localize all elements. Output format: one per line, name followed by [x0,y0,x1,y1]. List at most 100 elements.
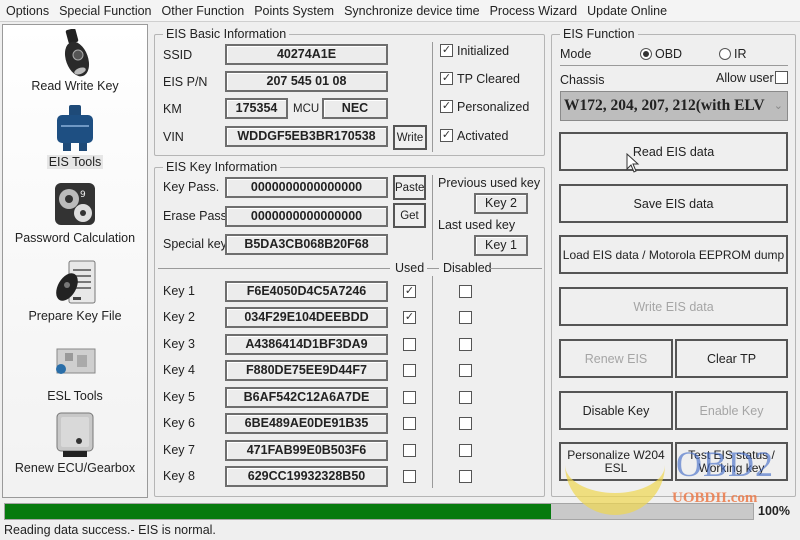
key-used-checkbox[interactable]: ✓ [403,311,416,324]
sidebar-item-esl-tools[interactable]: ESL Tools [3,339,147,403]
sidebar-item-label: EIS Tools [46,155,104,169]
key-label: Key 6 [163,416,195,430]
menu-points-system[interactable]: Points System [249,0,339,22]
progress-percent: 100% [758,504,790,518]
mouse-cursor-icon [626,153,640,173]
write-vin-button[interactable]: Write [393,125,427,150]
km-label: KM [163,102,182,116]
ecu-icon [53,411,97,459]
used-header: Used [395,261,425,275]
key-disabled-checkbox[interactable] [459,311,472,324]
divider [432,175,433,260]
tp-cleared-checkbox[interactable]: ✓ [440,72,453,85]
check-icon: ✓ [441,44,452,56]
sidebar-item-prepare-key-file[interactable]: Prepare Key File [3,259,147,323]
save-eis-data-button[interactable]: Save EIS data [559,184,788,223]
menu-synchronize-time[interactable]: Synchronize device time [339,0,484,22]
key-value-field[interactable]: F6E4050D4C5A7246 [225,281,388,302]
check-icon: ✓ [441,129,452,141]
key-used-checkbox[interactable] [403,364,416,377]
key-used-checkbox[interactable]: ✓ [403,285,416,298]
menu-process-wizard[interactable]: Process Wizard [485,0,583,22]
key-value-field[interactable]: A4386414D1BF3DA9 [225,334,388,355]
key-value-field[interactable]: 6BE489AE0DE91B35 [225,413,388,434]
divider [432,276,433,488]
key-pass-field[interactable]: 0000000000000000 [225,177,388,198]
disable-key-button[interactable]: Disable Key [559,391,673,430]
mode-obd-radio[interactable] [640,48,652,60]
personalized-checkbox[interactable]: ✓ [440,100,453,113]
key-value-field[interactable]: B6AF542C12A6A7DE [225,387,388,408]
allow-user-checkbox[interactable] [775,71,788,84]
mode-label: Mode [560,47,592,61]
key-disabled-checkbox[interactable] [459,444,472,457]
sidebar-item-label: ESL Tools [47,389,103,403]
key-label: Key 5 [163,390,195,404]
menu-update-online[interactable]: Update Online [582,0,672,22]
personalize-w204-esl-button[interactable]: Personalize W204 ESL [559,442,673,481]
chevron-down-icon: ⌄ [771,92,783,120]
divider [490,268,542,269]
key-value-field[interactable]: F880DE75EE9D44F7 [225,360,388,381]
load-eis-data-button[interactable]: Load EIS data / Motorola EEPROM dump [559,235,788,274]
eis-pn-field[interactable]: 207 545 01 08 [225,71,388,92]
ssid-field[interactable]: 40274A1E [225,44,388,65]
divider [560,65,788,66]
initialized-checkbox[interactable]: ✓ [440,44,453,57]
key-disabled-checkbox[interactable] [459,391,472,404]
key-used-checkbox[interactable] [403,338,416,351]
write-eis-data-button[interactable]: Write EIS data [559,287,788,326]
status-text: Reading data success.- EIS is normal. [4,523,216,537]
personalized-label: Personalized [457,100,530,114]
menu-bar: Options Special Function Other Function … [0,0,800,22]
key-value-field[interactable]: 629CC19932328B50 [225,466,388,487]
special-key-field[interactable]: B5DA3CB068B20F68 [225,234,388,255]
vin-label: VIN [163,130,184,144]
divider [432,42,433,152]
sidebar-item-password-calculation[interactable]: 9 Password Calculation [3,181,147,245]
mode-ir-radio[interactable] [719,48,731,60]
test-eis-status-button[interactable]: Test EIS status / Working key [675,442,788,481]
eis-pn-label: EIS P/N [163,75,208,89]
key-disabled-checkbox[interactable] [459,364,472,377]
chassis-select[interactable]: W172, 204, 207, 212(with ELV ⌄ [560,91,788,121]
sidebar-item-renew-ecu[interactable]: Renew ECU/Gearbox [3,411,147,475]
key-disabled-checkbox[interactable] [459,417,472,430]
key-disabled-checkbox[interactable] [459,338,472,351]
key-disabled-checkbox[interactable] [459,470,472,483]
key-used-checkbox[interactable] [403,444,416,457]
sidebar-item-read-write-key[interactable]: Read Write Key [3,28,147,93]
menu-other-function[interactable]: Other Function [157,0,250,22]
key-file-icon [53,259,97,307]
mcu-field[interactable]: NEC [322,98,388,119]
km-field[interactable]: 175354 [225,98,288,119]
chassis-label: Chassis [560,73,605,87]
read-eis-data-button[interactable]: Read EIS data [559,132,788,171]
chassis-value: W172, 204, 207, 212(with ELV [564,97,765,114]
vin-field[interactable]: WDDGF5EB3BR170538 [225,126,388,147]
paste-button[interactable]: Paste [393,175,426,200]
erase-pass-field[interactable]: 0000000000000000 [225,206,388,227]
progress-bar [4,503,754,520]
gears-icon: 9 [53,181,97,229]
key-value-field[interactable]: 471FAB99E0B503F6 [225,440,388,461]
clear-tp-button[interactable]: Clear TP [675,339,788,378]
key-value-field[interactable]: 034F29E104DEEBDD [225,307,388,328]
sidebar-item-label: Prepare Key File [28,309,122,323]
get-button[interactable]: Get [393,203,426,228]
esl-board-icon [53,339,97,387]
activated-checkbox[interactable]: ✓ [440,129,453,142]
enable-key-button[interactable]: Enable Key [675,391,788,430]
key-disabled-checkbox[interactable] [459,285,472,298]
key-used-checkbox[interactable] [403,391,416,404]
renew-eis-button[interactable]: Renew EIS [559,339,673,378]
check-icon: ✓ [441,72,452,84]
key-label: Key 7 [163,443,195,457]
key-used-checkbox[interactable] [403,470,416,483]
previous-used-key-field: Key 2 [474,193,528,214]
menu-special-function[interactable]: Special Function [54,0,156,22]
key-used-checkbox[interactable] [403,417,416,430]
sidebar-item-eis-tools[interactable]: EIS Tools [3,105,147,169]
menu-options[interactable]: Options [0,0,54,22]
key-label: Key 2 [163,310,195,324]
